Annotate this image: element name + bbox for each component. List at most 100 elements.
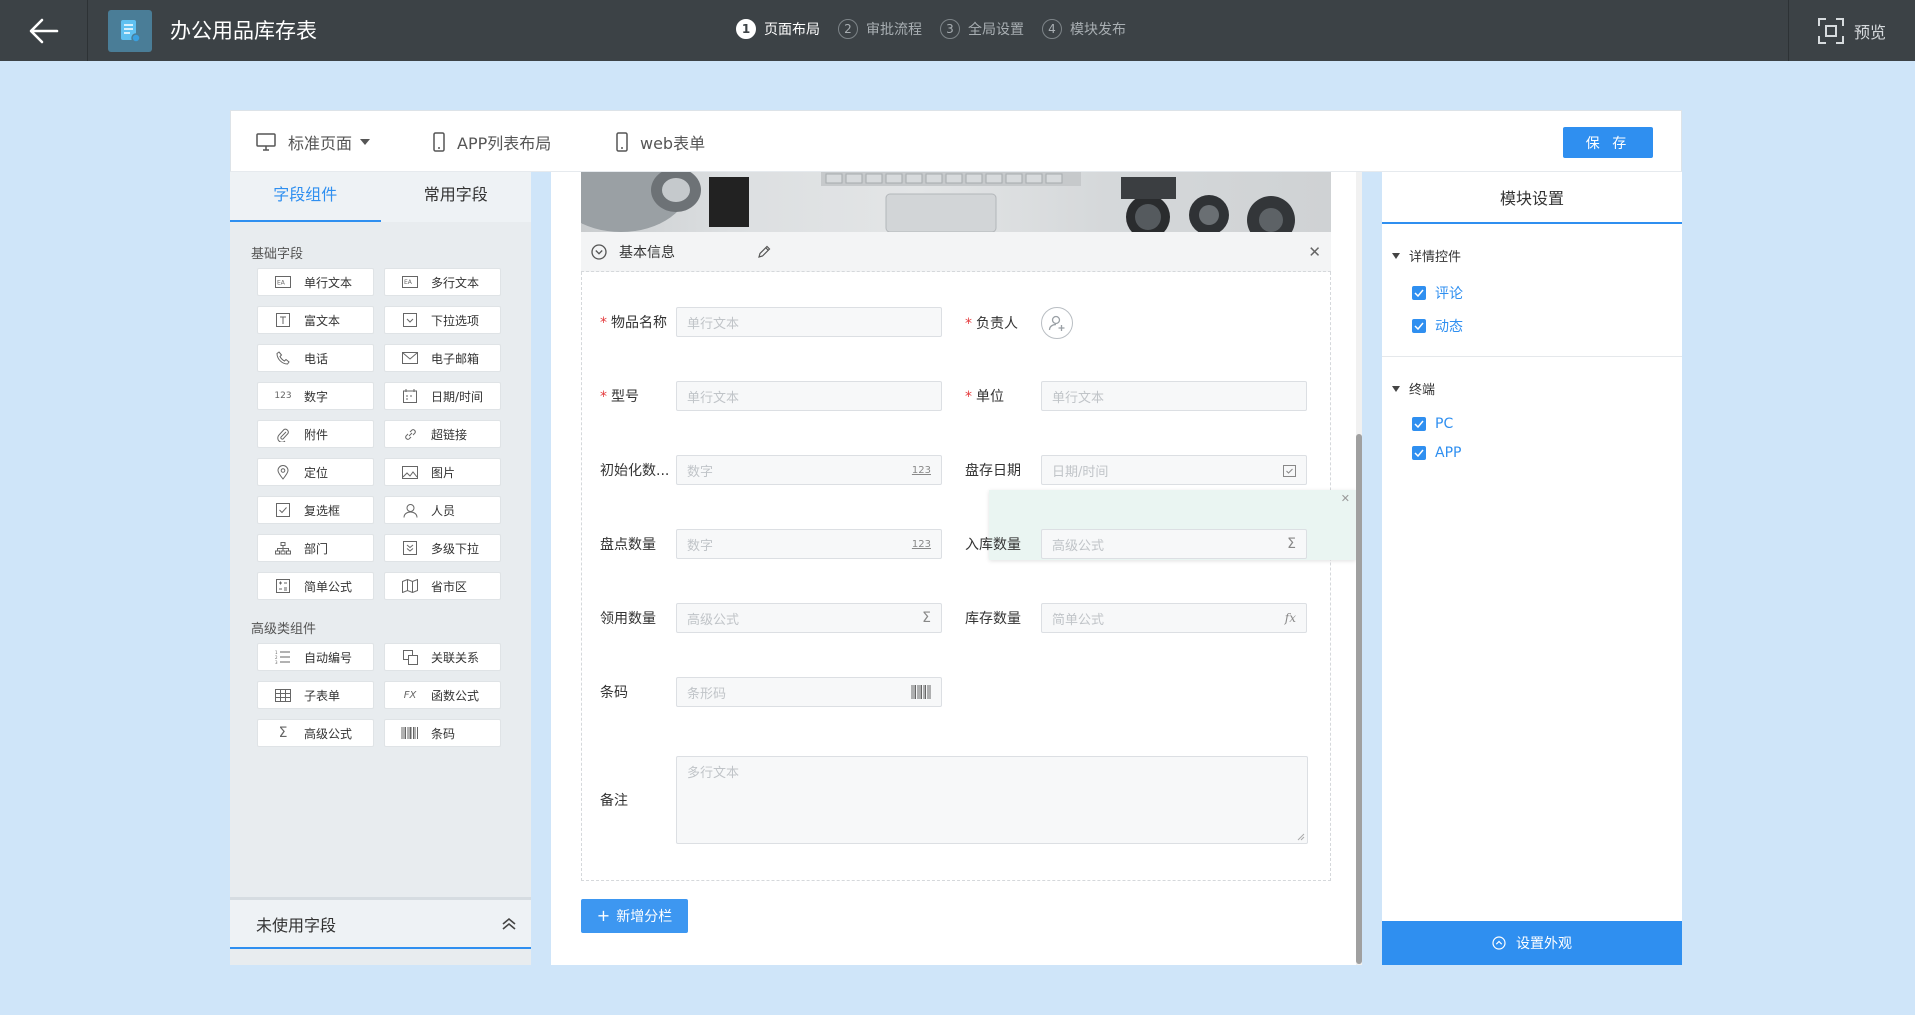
- input-placeholder: 数字: [687, 464, 714, 480]
- remark-textarea[interactable]: 多行文本: [676, 756, 1308, 844]
- unit-input[interactable]: 单行文本: [1041, 381, 1307, 411]
- chevron-double-up-icon: [502, 917, 516, 930]
- field-number[interactable]: 123 数字: [257, 382, 374, 410]
- set-appearance-button[interactable]: 设置外观: [1382, 921, 1682, 965]
- barcode-input[interactable]: 条形码: [676, 677, 942, 707]
- step-approval-flow[interactable]: 2 审批流程: [838, 19, 922, 39]
- field-province-city[interactable]: 省市区: [384, 572, 501, 600]
- count-date-input[interactable]: 日期/时间: [1041, 455, 1307, 485]
- field-label: 图片: [431, 465, 456, 480]
- field-department[interactable]: 部门: [257, 534, 374, 562]
- module-settings-title: 模块设置: [1382, 172, 1682, 224]
- checkbox-app[interactable]: APP: [1412, 445, 1682, 461]
- item-name-input[interactable]: 单行文本: [676, 307, 942, 337]
- checkbox-comment[interactable]: 评论: [1412, 283, 1682, 303]
- field-location[interactable]: 定位: [257, 458, 374, 486]
- field-label: 多级下拉: [431, 541, 480, 556]
- field-email[interactable]: 电子邮箱: [384, 344, 501, 372]
- checkbox-checked-icon: [1412, 286, 1426, 300]
- step-global-settings[interactable]: 3 全局设置: [940, 19, 1024, 39]
- link-icon: [399, 427, 421, 442]
- form-field-owner: * 负责人: [965, 307, 1073, 339]
- collapse-circle-icon[interactable]: [591, 243, 607, 260]
- app-list-layout-tab[interactable]: APP列表布局: [433, 130, 551, 154]
- field-cascade-dropdown[interactable]: 多级下拉: [384, 534, 501, 562]
- canvas-scrollbar[interactable]: [1356, 172, 1362, 965]
- use-qty-input[interactable]: 高级公式 Σ: [676, 603, 942, 633]
- mobile-icon: [616, 132, 628, 152]
- save-button[interactable]: 保 存: [1563, 127, 1653, 158]
- model-input[interactable]: 单行文本: [676, 381, 942, 411]
- field-image[interactable]: 图片: [384, 458, 501, 486]
- number-icon: 123: [911, 538, 931, 550]
- field-checkbox[interactable]: 复选框: [257, 496, 374, 524]
- initial-qty-input[interactable]: 数字 123: [676, 455, 942, 485]
- map-icon: [399, 579, 421, 593]
- step-number: 2: [838, 19, 858, 39]
- input-placeholder: 条形码: [687, 686, 727, 702]
- checkbox-checked-icon: [1412, 319, 1426, 333]
- scrollbar-thumb[interactable]: [1356, 434, 1362, 964]
- field-label: 单行文本: [304, 275, 353, 290]
- location-pin-icon: [272, 464, 294, 480]
- field-simple-formula[interactable]: 简单公式: [257, 572, 374, 600]
- unused-fields-toggle[interactable]: 未使用字段: [230, 897, 531, 949]
- input-placeholder: 数字: [687, 538, 714, 554]
- caret-down-icon: [360, 139, 371, 145]
- field-person[interactable]: 人员: [384, 496, 501, 524]
- checkbox-activity[interactable]: 动态: [1412, 316, 1682, 336]
- back-button[interactable]: [0, 0, 88, 61]
- field-label: 数字: [304, 389, 329, 404]
- preview-button[interactable]: 预览: [1788, 0, 1915, 61]
- field-label: 条码: [431, 726, 456, 741]
- required-asterisk: *: [965, 316, 972, 332]
- field-hyperlink[interactable]: 超链接: [384, 420, 501, 448]
- terminal-toggle[interactable]: 终端: [1392, 379, 1682, 398]
- step-page-layout[interactable]: 1 页面布局: [736, 19, 820, 39]
- field-label: 定位: [304, 465, 329, 480]
- add-column-button[interactable]: + 新增分栏: [581, 899, 688, 933]
- tab-field-components[interactable]: 字段组件: [230, 172, 381, 222]
- close-icon[interactable]: ✕: [1308, 243, 1321, 261]
- unused-fields-section: 未使用字段: [230, 897, 531, 965]
- close-icon[interactable]: ✕: [1341, 492, 1350, 505]
- field-dropdown[interactable]: 下拉选项: [384, 306, 501, 334]
- in-qty-input[interactable]: 高级公式 Σ: [1041, 529, 1307, 559]
- required-asterisk: *: [965, 389, 972, 405]
- detail-controls-toggle[interactable]: 详情控件: [1392, 246, 1682, 265]
- section-title: 基本信息: [619, 244, 675, 261]
- preview-label: 预览: [1853, 22, 1886, 42]
- field-function-formula[interactable]: FX 函数公式: [384, 681, 501, 709]
- stock-qty-input[interactable]: 简单公式 fx: [1041, 603, 1307, 633]
- field-label: 复选框: [304, 503, 341, 518]
- web-form-label: web表单: [640, 134, 706, 153]
- tab-common-fields[interactable]: 常用字段: [381, 172, 532, 222]
- field-single-line-text[interactable]: EA 单行文本: [257, 268, 374, 296]
- field-label: 高级公式: [304, 726, 353, 741]
- web-form-tab[interactable]: web表单: [616, 130, 705, 154]
- field-datetime[interactable]: 日期/时间: [384, 382, 501, 410]
- step-module-publish[interactable]: 4 模块发布: [1042, 19, 1126, 39]
- field-auto-number[interactable]: 1 2 3 自动编号: [257, 643, 374, 671]
- field-phone[interactable]: 电话: [257, 344, 374, 372]
- text-input-icon: EA: [272, 276, 294, 288]
- resize-handle-icon[interactable]: [1295, 831, 1305, 841]
- pencil-icon[interactable]: [757, 245, 771, 259]
- checkbox-pc[interactable]: PC: [1412, 416, 1682, 432]
- field-relation[interactable]: 关联关系: [384, 643, 501, 671]
- field-advanced-formula[interactable]: Σ 高级公式: [257, 719, 374, 747]
- checkbox-checked-icon: [1412, 446, 1426, 460]
- layout-select-dropdown[interactable]: 标准页面: [256, 130, 371, 154]
- input-placeholder: 单行文本: [687, 316, 740, 332]
- module-settings-panel: 模块设置 详情控件 评论 动态 终端 PC APP 设置外观: [1382, 172, 1682, 965]
- barcode-icon: [911, 685, 931, 699]
- person-picker[interactable]: [1041, 307, 1073, 339]
- count-qty-input[interactable]: 数字 123: [676, 529, 942, 559]
- layout-toolbar: 标准页面 APP列表布局 web表单 保 存: [230, 110, 1682, 172]
- field-multi-line-text[interactable]: EA 多行文本: [384, 268, 501, 296]
- field-subform[interactable]: 子表单: [257, 681, 374, 709]
- field-label: 部门: [304, 541, 329, 556]
- field-rich-text[interactable]: 富文本: [257, 306, 374, 334]
- field-barcode[interactable]: 条码: [384, 719, 501, 747]
- field-attachment[interactable]: 附件: [257, 420, 374, 448]
